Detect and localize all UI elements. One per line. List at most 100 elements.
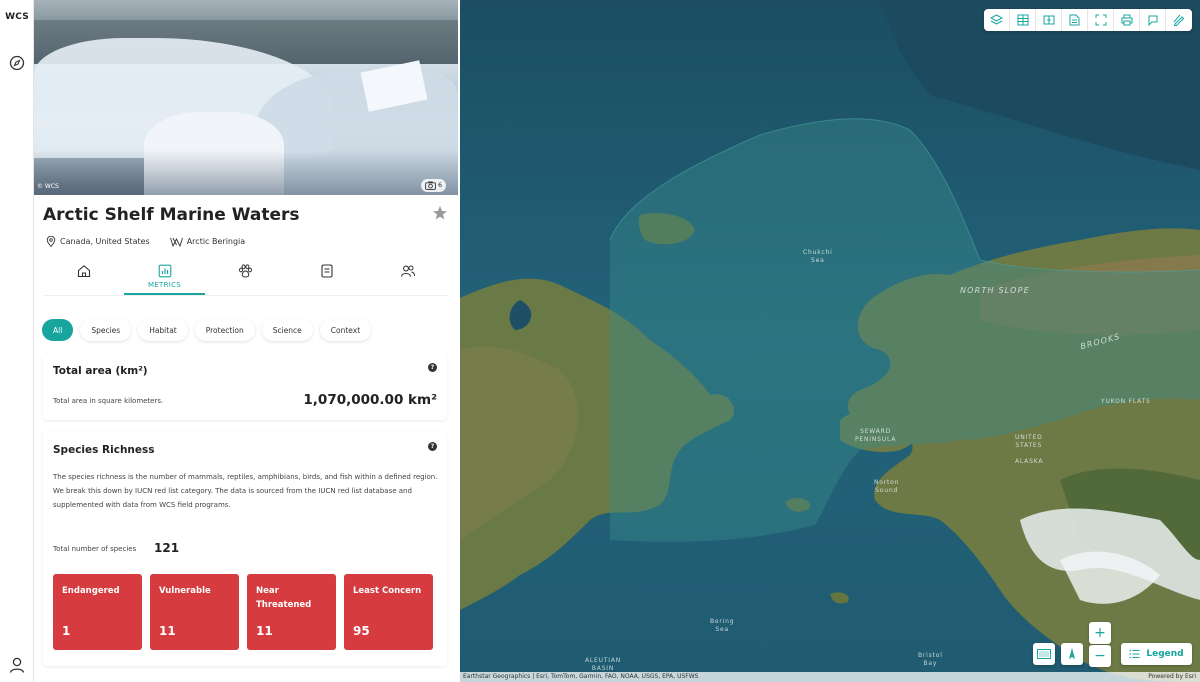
tab-metrics[interactable]: METRICS [124, 262, 205, 295]
tab-documents[interactable] [286, 262, 367, 295]
filter-all[interactable]: All [42, 319, 74, 341]
iucn-category-card[interactable]: Near Threatened 11 [247, 574, 336, 650]
region-icon [169, 237, 183, 247]
basemap-icon [1037, 649, 1051, 659]
species-richness-card: Species Richness ? The species richness … [43, 432, 447, 666]
plus-icon: + [1094, 625, 1106, 641]
category-name: Endangered [62, 586, 120, 596]
north-arrow-button[interactable] [1061, 643, 1083, 665]
card-title: Total area (km²) [53, 365, 148, 377]
category-value: 11 [256, 624, 273, 638]
category-name: Near Threatened [256, 586, 312, 610]
section-tabs: METRICS [43, 262, 448, 296]
legend-button[interactable]: Legend [1121, 643, 1192, 665]
basemap-button[interactable] [1033, 643, 1055, 665]
place-meta: Canada, United States Arctic Beringia [46, 236, 245, 247]
grid-icon [1017, 14, 1028, 26]
iucn-category-card[interactable]: Least Concern 95 [344, 574, 433, 650]
map-attribution: Earthstar Geographics | Esri, TomTom, Ga… [460, 672, 1200, 682]
total-area-value: 1,070,000.00 km² [303, 392, 437, 408]
map-label-chukchi-sea: Chukchi Sea [803, 249, 833, 264]
map-label-north-slope: NORTH SLOPE [960, 286, 1030, 295]
filter-habitat[interactable]: Habitat [138, 319, 188, 341]
star-icon[interactable] [432, 205, 448, 221]
layers-button[interactable] [984, 9, 1010, 31]
category-value: 95 [353, 624, 370, 638]
help-icon[interactable]: ? [428, 442, 437, 451]
share-button[interactable] [1140, 9, 1166, 31]
map-label-united-states: UNITED STATES [1015, 434, 1043, 449]
filter-species[interactable]: Species [80, 319, 132, 341]
category-name: Least Concern [353, 586, 422, 596]
photo-credit: © WCS [37, 183, 59, 190]
camera-icon [425, 181, 437, 190]
grid-button[interactable] [1010, 9, 1036, 31]
print-button[interactable] [1114, 9, 1140, 31]
report-icon [1069, 14, 1080, 26]
map-label-bristol-bay: Bristol Bay [918, 652, 943, 667]
fullscreen-icon [1095, 14, 1106, 26]
zoom-out-button[interactable]: − [1089, 645, 1111, 667]
home-icon [77, 265, 90, 278]
layers-icon [990, 14, 1003, 25]
app-rail: WCS [0, 0, 34, 682]
hero-photo[interactable]: © WCS 6 [34, 0, 458, 195]
draw-icon [1173, 14, 1185, 26]
document-icon [320, 264, 333, 278]
total-species-value: 121 [154, 541, 180, 555]
fullscreen-button[interactable] [1088, 9, 1114, 31]
paw-icon [239, 264, 252, 278]
compare-button[interactable] [1036, 9, 1062, 31]
tab-label: METRICS [147, 281, 182, 289]
place-panel: © WCS 6 Arctic Shelf Marine Waters Canad… [34, 0, 458, 682]
map-view[interactable]: Chukchi Sea NORTH SLOPE BROOKS YUKON FLA… [460, 0, 1200, 682]
compare-icon [1043, 15, 1054, 25]
filter-context[interactable]: Context [319, 319, 372, 341]
chart-icon [158, 264, 171, 278]
map-label-yukon-flats: YUKON FLATS [1101, 398, 1151, 405]
location-pin-icon [46, 236, 56, 247]
metric-filters: All Species Habitat Protection Science C… [42, 319, 372, 341]
user-icon[interactable] [8, 656, 26, 674]
photo-gallery-button[interactable]: 6 [421, 179, 446, 192]
report-button[interactable] [1062, 9, 1088, 31]
map-label-bering-sea: Bering Sea [710, 618, 735, 633]
print-icon [1121, 14, 1132, 26]
map-toolbar [984, 9, 1192, 31]
total-species-label: Total number of species [53, 545, 137, 553]
help-icon[interactable]: ? [428, 363, 437, 372]
map-label-aleutian-basin: ALEUTIAN BASIN [585, 657, 622, 672]
category-name: Vulnerable [159, 586, 211, 596]
list-icon [1129, 649, 1140, 659]
draw-button[interactable] [1166, 9, 1192, 31]
map-label-seward-peninsula: SEWARD PENINSULA [855, 428, 897, 443]
iucn-category-card[interactable]: Vulnerable 11 [150, 574, 239, 650]
place-title: Arctic Shelf Marine Waters [43, 205, 300, 225]
legend-label: Legend [1146, 649, 1184, 659]
compass-north-icon [1069, 648, 1075, 659]
photo-shade [34, 150, 458, 195]
tab-people[interactable] [367, 262, 448, 295]
place-region: Arctic Beringia [186, 237, 246, 246]
map-label-alaska: ALASKA [1015, 458, 1044, 465]
filter-protection[interactable]: Protection [194, 319, 255, 341]
people-icon [400, 265, 415, 277]
total-area-card: Total area (km²) ? Total area in square … [43, 353, 447, 420]
card-title: Species Richness [53, 444, 155, 456]
minus-icon: − [1094, 648, 1106, 664]
category-value: 11 [159, 624, 176, 638]
card-description: The species richness is the number of ma… [53, 473, 438, 509]
powered-by: Powered by Esri [1148, 673, 1196, 680]
tab-overview[interactable] [43, 262, 124, 295]
share-icon [1148, 15, 1157, 26]
attribution-text: Earthstar Geographics | Esri, TomTom, Ga… [463, 673, 699, 680]
map-label-norton-sound: Norton Sound [874, 479, 900, 494]
filter-science[interactable]: Science [261, 319, 313, 341]
iucn-category-card[interactable]: Endangered 1 [53, 574, 142, 650]
card-description: Total area in square kilometers. [53, 397, 164, 405]
place-location: Canada, United States [60, 237, 150, 246]
tab-species[interactable] [205, 262, 286, 295]
wcs-logo[interactable]: WCS [0, 12, 34, 22]
zoom-in-button[interactable]: + [1089, 622, 1111, 644]
compass-icon[interactable] [9, 55, 25, 71]
